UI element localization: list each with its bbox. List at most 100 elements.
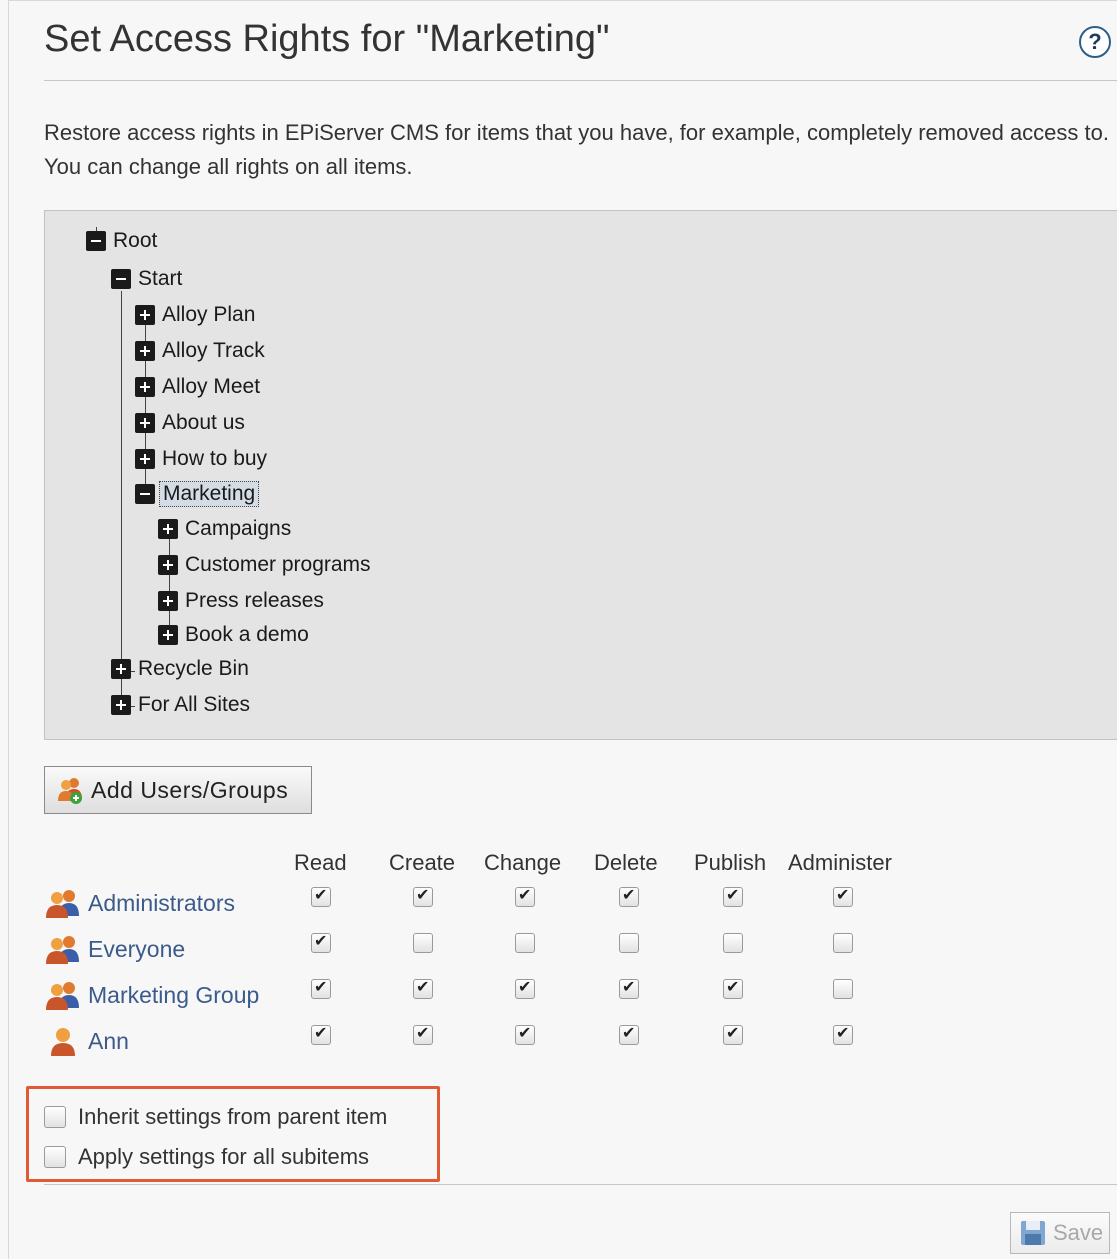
group-name-link[interactable]: Everyone — [88, 936, 185, 963]
tree-node-recycle-bin[interactable]: Recycle Bin — [111, 656, 252, 682]
tree-node-marketing[interactable]: Marketing — [135, 481, 260, 507]
tree-connector — [121, 291, 122, 707]
permission-checkbox-create[interactable] — [413, 885, 433, 907]
apply-label: Apply settings for all subitems — [78, 1144, 370, 1169]
title-divider — [44, 80, 1117, 81]
permission-checkbox-read[interactable] — [311, 1023, 331, 1045]
permission-row-marketing-group: Marketing Group — [44, 977, 259, 1013]
permission-row-administrators: Administrators — [44, 885, 235, 921]
permission-checkbox-change[interactable] — [515, 1023, 535, 1045]
tree-node-root[interactable]: Root — [86, 228, 160, 254]
floppy-disk-icon — [1021, 1221, 1045, 1245]
column-header-read: Read — [294, 850, 347, 875]
permission-checkbox-create[interactable] — [413, 1023, 433, 1045]
save-button[interactable]: Save — [1010, 1212, 1110, 1254]
inherit-option[interactable]: Inherit settings from parent item — [44, 1102, 387, 1132]
tree-node-about-us[interactable]: About us — [135, 410, 248, 436]
tree-node-label[interactable]: Root — [110, 229, 160, 253]
permission-row-everyone: Everyone — [44, 931, 185, 967]
tree-node-start[interactable]: Start — [111, 266, 185, 292]
permission-checkbox-change[interactable] — [515, 977, 535, 999]
column-header-delete: Delete — [594, 850, 658, 875]
collapse-icon[interactable] — [135, 484, 155, 504]
tree-node-customer-programs[interactable]: Customer programs — [158, 552, 374, 578]
inherit-checkbox[interactable] — [44, 1106, 66, 1128]
tree-node-label[interactable]: For All Sites — [135, 693, 253, 717]
description-text: Restore access rights in EPiServer CMS f… — [44, 120, 1109, 179]
help-icon[interactable]: ? — [1079, 26, 1111, 58]
permission-checkbox-read[interactable] — [311, 931, 331, 953]
tree-node-for-all-sites[interactable]: For All Sites — [111, 692, 253, 718]
permission-checkbox-delete[interactable] — [619, 885, 639, 907]
tree-node-label[interactable]: Campaigns — [182, 517, 294, 541]
expand-icon[interactable] — [158, 625, 178, 645]
tree-node-label[interactable]: Alloy Meet — [159, 375, 263, 399]
page-title: Set Access Rights for "Marketing" — [44, 18, 610, 60]
apply-subitems-checkbox[interactable] — [44, 1146, 66, 1168]
footer-divider — [44, 1184, 1117, 1185]
expand-icon[interactable] — [158, 519, 178, 539]
permission-checkbox-delete[interactable] — [619, 977, 639, 999]
expand-icon[interactable] — [158, 591, 178, 611]
permission-checkbox-delete[interactable] — [619, 1023, 639, 1045]
tree-node-label[interactable]: About us — [159, 411, 248, 435]
permission-row-ann: Ann — [44, 1023, 129, 1059]
permission-checkbox-read[interactable] — [311, 885, 331, 907]
expand-icon[interactable] — [135, 341, 155, 361]
permission-checkbox-delete[interactable] — [619, 933, 639, 953]
tree-node-label[interactable]: Book a demo — [182, 623, 312, 647]
permission-checkbox-publish[interactable] — [723, 885, 743, 907]
permission-checkbox-create[interactable] — [413, 977, 433, 999]
permission-checkbox-change[interactable] — [515, 933, 535, 953]
group-name-link[interactable]: Marketing Group — [88, 982, 259, 1009]
group-name-link[interactable]: Administrators — [88, 890, 235, 917]
expand-icon[interactable] — [135, 449, 155, 469]
add-group-icon — [58, 778, 82, 804]
tree-node-label[interactable]: Alloy Plan — [159, 303, 258, 327]
expand-icon[interactable] — [135, 413, 155, 433]
tree-node-alloy-plan[interactable]: Alloy Plan — [135, 302, 258, 328]
tree-node-label[interactable]: Start — [135, 267, 185, 291]
column-header-change: Change — [484, 850, 562, 875]
collapse-icon[interactable] — [111, 269, 131, 289]
permission-checkbox-read[interactable] — [311, 977, 331, 999]
expand-icon[interactable] — [158, 555, 178, 575]
apply-option[interactable]: Apply settings for all subitems — [44, 1142, 369, 1172]
tree-node-label[interactable]: Customer programs — [182, 553, 374, 577]
group-icon — [46, 890, 79, 918]
tree-node-label[interactable]: Press releases — [182, 589, 327, 613]
permission-checkbox-publish[interactable] — [723, 933, 743, 953]
expand-icon[interactable] — [135, 377, 155, 397]
add-users-groups-label: Add Users/Groups — [91, 776, 289, 803]
tree-node-label-selected[interactable]: Marketing — [159, 481, 260, 507]
add-users-groups-button[interactable]: Add Users/Groups — [44, 766, 312, 814]
tree-node-how-to-buy[interactable]: How to buy — [135, 446, 270, 472]
user-name-link[interactable]: Ann — [88, 1028, 129, 1055]
page-tree: Root Start Alloy Plan Alloy Track Alloy … — [44, 210, 1117, 740]
permission-checkbox-administer[interactable] — [833, 885, 853, 907]
tree-node-alloy-track[interactable]: Alloy Track — [135, 338, 268, 364]
permission-checkbox-administer[interactable] — [833, 1023, 853, 1045]
group-icon — [46, 936, 79, 964]
column-header-administer: Administer — [788, 850, 892, 875]
group-icon — [46, 982, 79, 1010]
permission-checkbox-administer[interactable] — [833, 979, 853, 999]
expand-icon[interactable] — [111, 659, 131, 679]
permission-checkbox-change[interactable] — [515, 885, 535, 907]
permission-checkbox-create[interactable] — [413, 933, 433, 953]
permission-checkbox-publish[interactable] — [723, 1023, 743, 1045]
tree-node-book-a-demo[interactable]: Book a demo — [158, 622, 312, 648]
tree-node-alloy-meet[interactable]: Alloy Meet — [135, 374, 263, 400]
tree-node-label[interactable]: How to buy — [159, 447, 270, 471]
expand-icon[interactable] — [135, 305, 155, 325]
column-header-create: Create — [389, 850, 456, 875]
tree-node-campaigns[interactable]: Campaigns — [158, 516, 294, 542]
permission-checkbox-administer[interactable] — [833, 933, 853, 953]
tree-node-label[interactable]: Recycle Bin — [135, 657, 252, 681]
tree-node-label[interactable]: Alloy Track — [159, 339, 268, 363]
expand-icon[interactable] — [111, 695, 131, 715]
permission-checkbox-publish[interactable] — [723, 977, 743, 999]
tree-node-press-releases[interactable]: Press releases — [158, 588, 327, 614]
collapse-icon[interactable] — [86, 231, 106, 251]
user-icon — [51, 1028, 75, 1056]
